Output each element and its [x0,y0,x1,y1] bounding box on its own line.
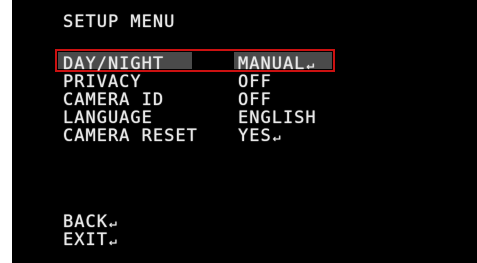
menu-item-label: CAMERA ID [63,90,165,110]
exit-button[interactable]: EXIT↵ [63,231,118,251]
menu-title: SETUP MENU [63,12,176,32]
menu-item-label: PRIVACY [63,72,142,92]
menu-item-label: DAY/NIGHT [63,54,165,74]
menu-item-value: OFF [238,72,272,92]
menu-item-label: LANGUAGE [63,108,153,128]
menu-item-label: CAMERA RESET [63,126,198,146]
menu-item-value: ENGLISH [238,108,317,128]
osd-screen: SETUP MENU DAY/NIGHT MANUAL↵ PRIVACY OFF… [12,0,477,263]
enter-icon: ↵ [108,216,118,231]
enter-icon: ↵ [272,130,282,145]
enter-icon: ↵ [108,234,118,249]
menu-item-value: OFF [238,90,272,110]
menu-item-value: YES↵ [238,126,282,146]
enter-icon: ↵ [306,58,316,73]
